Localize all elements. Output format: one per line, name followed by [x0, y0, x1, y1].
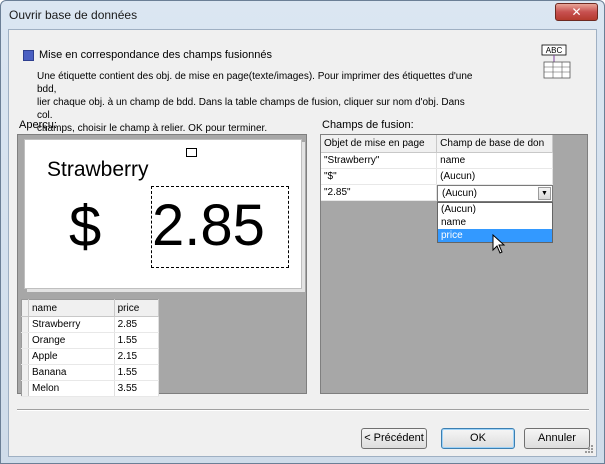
column-header[interactable]: price — [114, 299, 160, 317]
row-header[interactable] — [21, 364, 29, 381]
merge-fields-icon: ABC — [541, 44, 571, 79]
table-header-row: name price — [21, 299, 160, 317]
table-cell: 1.55 — [114, 364, 160, 381]
separator — [17, 409, 589, 411]
table-cell: Strawberry — [28, 316, 115, 333]
db-field-dropdown[interactable]: (Aucun) ▼ — [437, 185, 553, 202]
table-cell: Melon — [28, 380, 115, 397]
mouse-cursor-icon — [492, 234, 506, 254]
merge-icon-text: ABC — [546, 46, 563, 55]
table-cell: 3.55 — [114, 380, 160, 397]
table-row[interactable]: Apple 2.15 — [21, 348, 160, 365]
layout-object-cell[interactable]: "Strawberry" — [321, 152, 438, 169]
close-button[interactable]: ✕ — [555, 3, 598, 21]
table-row[interactable]: Melon 3.55 — [21, 380, 160, 397]
resize-grip-icon[interactable] — [584, 444, 594, 454]
db-field-cell[interactable]: (Aucun) — [436, 168, 553, 185]
preview-price-text: 2.85 — [152, 193, 265, 258]
table-row[interactable]: Strawberry 2.85 — [21, 316, 160, 333]
dropdown-option[interactable]: name — [438, 216, 552, 229]
cancel-button[interactable]: Annuler — [524, 428, 590, 449]
table-cell: 2.15 — [114, 348, 160, 365]
instructions-line: Une étiquette contient des obj. de mise … — [37, 71, 473, 95]
row-header-corner — [21, 299, 29, 317]
section-title: Mise en correspondance des champs fusion… — [39, 49, 272, 61]
section-header: Mise en correspondance des champs fusion… — [23, 49, 272, 61]
layout-object-cell[interactable]: "2.85" — [321, 184, 438, 201]
ok-button[interactable]: OK — [441, 428, 515, 449]
keyboard-icon — [186, 148, 197, 157]
database-table: name price Strawberry 2.85 Orange 1.55 App… — [21, 299, 160, 397]
table-cell: Apple — [28, 348, 115, 365]
db-field-cell[interactable]: name — [436, 152, 553, 169]
label-preview: Strawberry $ 2.85 — [24, 139, 302, 289]
previous-button[interactable]: < Précédent — [361, 428, 427, 449]
table-header-row: Objet de mise en page Champ de base de d… — [321, 135, 553, 153]
merge-fields-label: Champs de fusion: — [322, 119, 414, 131]
window-title: Ouvrir base de données — [9, 8, 138, 22]
section-bullet-icon — [23, 49, 34, 61]
row-header[interactable] — [21, 332, 29, 349]
preview-label: Aperçu: — [19, 119, 57, 131]
preview-name-text: Strawberry — [47, 158, 149, 181]
dialog-body: Mise en correspondance des champs fusion… — [8, 29, 597, 457]
column-header-db-field[interactable]: Champ de base de don — [436, 135, 553, 153]
row-header[interactable] — [21, 348, 29, 365]
chevron-down-icon[interactable]: ▼ — [538, 187, 551, 200]
preview-price-selection[interactable]: 2.85 — [151, 186, 289, 268]
preview-dollar-text: $ — [69, 194, 102, 259]
merge-fields-panel: Objet de mise en page Champ de base de d… — [320, 134, 588, 394]
dropdown-option[interactable]: (Aucun) — [438, 203, 552, 216]
row-header[interactable] — [21, 316, 29, 333]
dropdown-value: (Aucun) — [442, 188, 478, 199]
title-bar[interactable]: Ouvrir base de données ✕ — [1, 1, 604, 29]
column-header-layout-object[interactable]: Objet de mise en page — [321, 135, 438, 153]
table-row[interactable]: "Strawberry" name — [321, 152, 553, 169]
table-cell: 2.85 — [114, 316, 160, 333]
table-row[interactable]: Banana 1.55 — [21, 364, 160, 381]
table-row[interactable]: "$" (Aucun) — [321, 168, 553, 185]
table-cell: Banana — [28, 364, 115, 381]
table-row[interactable]: Orange 1.55 — [21, 332, 160, 349]
column-header[interactable]: name — [28, 299, 115, 317]
table-cell: Orange — [28, 332, 115, 349]
dialog-window: Ouvrir base de données ✕ Mise en corresp… — [0, 0, 605, 464]
layout-object-cell[interactable]: "$" — [321, 168, 438, 185]
preview-panel: Strawberry $ 2.85 name price Strawberry 2… — [17, 134, 307, 397]
row-header[interactable] — [21, 380, 29, 397]
table-cell: 1.55 — [114, 332, 160, 349]
